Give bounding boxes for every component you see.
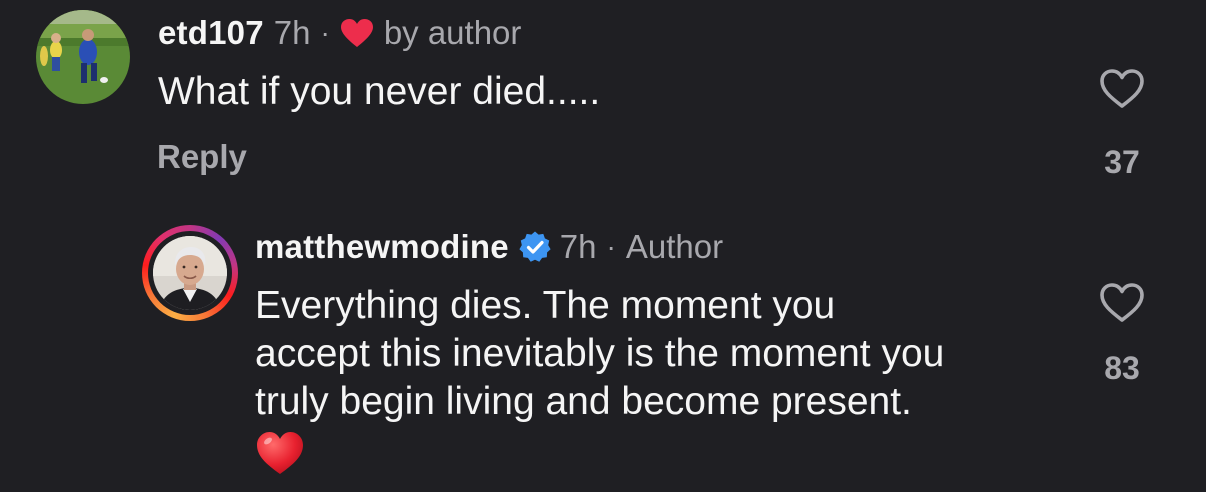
timestamp: 7h — [273, 14, 311, 51]
heart-outline-icon[interactable] — [1099, 68, 1145, 110]
comment-text-line: truly begin living and become present. — [255, 380, 912, 423]
red-heart-emoji — [255, 430, 305, 478]
comment-text: Everything dies. The moment you accept t… — [255, 282, 1075, 478]
avatar-ring-gap — [148, 231, 232, 315]
comment-header: etd107 7h · by author — [158, 12, 521, 54]
username[interactable]: etd107 — [158, 14, 264, 52]
separator-dot: · — [320, 17, 330, 48]
comment-header: matthewmodine 7h · Author — [255, 226, 723, 268]
username[interactable]: matthewmodine — [255, 228, 509, 266]
heart-outline-icon[interactable] — [1099, 282, 1145, 324]
comment-text-line: accept this inevitably is the moment you — [255, 332, 945, 375]
reply-button[interactable]: Reply — [157, 138, 247, 176]
author-label: Author — [625, 228, 724, 265]
separator-dot: · — [606, 231, 616, 262]
avatar-matthewmodine-story-ring[interactable] — [142, 225, 238, 321]
comment-text: What if you never died..... — [158, 70, 601, 113]
avatar-etd107[interactable] — [36, 10, 130, 104]
verified-badge-icon — [518, 230, 552, 264]
like-count: 37 — [1104, 144, 1140, 180]
like-column: 37 — [1092, 68, 1152, 181]
liked-by-author-label: by author — [383, 14, 522, 51]
timestamp: 7h — [559, 228, 597, 265]
comments-thread: etd107 7h · by author What if you never … — [0, 0, 1206, 492]
like-column: 83 — [1092, 282, 1152, 387]
like-count: 83 — [1104, 350, 1140, 386]
portrait-avatar — [153, 236, 227, 310]
comment-text-line: Everything dies. The moment you — [255, 284, 836, 327]
red-heart-icon — [340, 18, 374, 48]
